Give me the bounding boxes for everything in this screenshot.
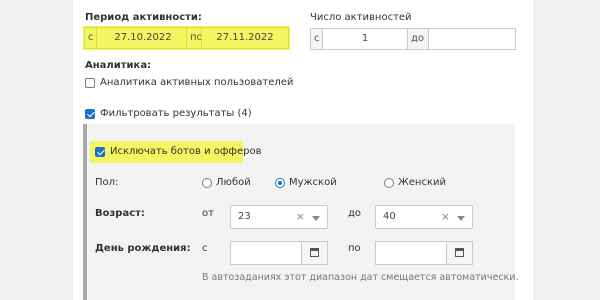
gender-radio-any[interactable] xyxy=(202,178,212,188)
filter-results-label: Фильтровать результаты (4) xyxy=(100,108,252,119)
calendar-button[interactable] xyxy=(301,242,327,264)
analytics-checkbox[interactable] xyxy=(85,78,95,88)
activity-period-label: Период активности: xyxy=(85,12,202,23)
birthday-to-input[interactable] xyxy=(375,241,473,265)
exclude-bots-checkbox[interactable] xyxy=(95,147,105,157)
period-to-input[interactable]: 27.11.2022 xyxy=(201,27,289,49)
clear-icon[interactable]: × xyxy=(296,210,305,223)
birthday-label: День рождения: xyxy=(95,243,191,254)
gender-option-female: Женский xyxy=(398,177,446,188)
period-from-input[interactable]: 27.10.2022 xyxy=(96,27,190,49)
activity-count-label: Число активностей xyxy=(310,12,412,23)
calendar-button[interactable] xyxy=(446,242,472,264)
gender-option-any: Любой xyxy=(216,177,251,188)
birthday-from-prefix: с xyxy=(202,243,208,254)
age-to-prefix: до xyxy=(348,208,362,219)
activity-period-group: с 27.10.2022 по 27.11.2022 xyxy=(83,26,290,50)
analytics-checkbox-label: Аналитика активных пользователей xyxy=(100,77,294,88)
age-from-select[interactable]: 23 × xyxy=(230,205,328,229)
gender-label: Пол: xyxy=(95,177,119,188)
birthday-to-prefix: по xyxy=(348,243,361,254)
analytics-label: Аналитика: xyxy=(85,60,152,71)
birthday-hint: В автозаданиях этот диапазон дат смещает… xyxy=(202,272,519,283)
gender-radio-female[interactable] xyxy=(384,178,394,188)
gender-radio-male[interactable] xyxy=(275,178,285,188)
birthday-from-input[interactable] xyxy=(230,241,328,265)
count-to-prefix: до xyxy=(407,28,429,50)
chevron-down-icon[interactable] xyxy=(457,216,465,221)
count-to-input[interactable] xyxy=(428,28,516,50)
exclude-bots-label: Исключать ботов и офферов xyxy=(110,146,262,157)
filter-subsection-bar xyxy=(83,124,87,300)
age-from-value: 23 xyxy=(238,211,251,222)
gender-option-male: Мужской xyxy=(289,177,337,188)
calendar-icon xyxy=(455,248,464,257)
chevron-down-icon[interactable] xyxy=(312,216,320,221)
age-from-prefix: от xyxy=(202,208,214,219)
age-to-value: 40 xyxy=(383,211,396,222)
count-from-input[interactable]: 1 xyxy=(322,28,408,50)
age-to-select[interactable]: 40 × xyxy=(375,205,473,229)
clear-icon[interactable]: × xyxy=(441,210,450,223)
age-label: Возраст: xyxy=(95,208,145,219)
calendar-icon xyxy=(310,248,319,257)
filter-results-checkbox[interactable] xyxy=(85,109,95,119)
